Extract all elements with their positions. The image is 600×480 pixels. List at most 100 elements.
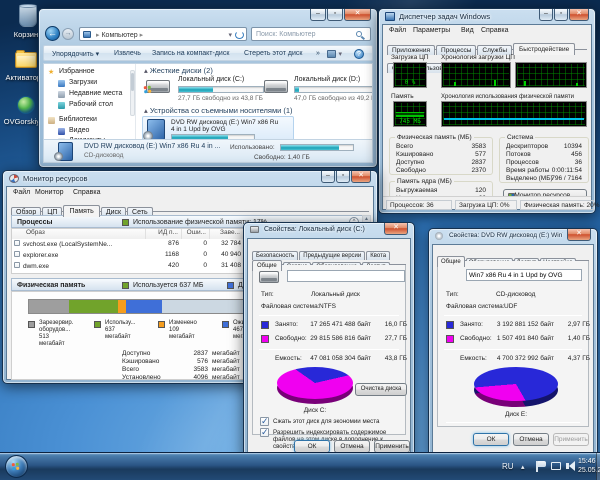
close-button[interactable]: ✕: [344, 9, 371, 21]
compress-checkbox-label: Сжать этот диск для экономии места: [273, 418, 380, 425]
filesystem-label: Файловая система:: [446, 303, 505, 310]
type-value: CD-дисковод: [496, 291, 536, 298]
physical-memory-group: Физическая память (МБ) Всего 3583 Кэширов…: [389, 134, 493, 175]
maximize-button[interactable]: ▫: [554, 9, 568, 21]
cancel-button[interactable]: Отмена: [513, 433, 549, 446]
sidebar-item-favorites[interactable]: Избранное: [59, 68, 94, 75]
group-header-removable[interactable]: ▴ Устройства со съемными носителями (1): [144, 106, 293, 115]
group-title: Память ядра (МБ): [395, 178, 454, 185]
sidebar-scrollbar[interactable]: [130, 70, 135, 116]
drive-item-e[interactable]: DVD RW дисковод (E:) Win7 x86 Ru 4 in 1 …: [142, 116, 294, 140]
erase-disc-button[interactable]: Стереть этот диск: [244, 50, 302, 57]
details-used-label: Использовано:: [230, 144, 275, 151]
drive-d-usage-bar: [294, 86, 372, 93]
address-bar[interactable]: ▸ Компьютер ▸ ▾: [79, 27, 247, 41]
views-icon[interactable]: [327, 50, 336, 58]
minimize-button[interactable]: –: [310, 9, 326, 21]
tab-memory[interactable]: Память: [63, 205, 100, 217]
title-bar[interactable]: Свойства: Локальный диск (C:): [244, 223, 376, 238]
close-button[interactable]: ✕: [351, 171, 371, 183]
menu-file[interactable]: Файл: [389, 27, 406, 34]
tab-general[interactable]: Общие: [437, 256, 465, 267]
drive-c-usage-bar: [178, 86, 264, 93]
pie-caption: Диск E:: [504, 411, 528, 418]
window-controls: – ▫ ✕: [538, 9, 589, 21]
filesystem-value: NTFS: [319, 303, 336, 310]
memory-gauge: 745 МБ: [393, 101, 427, 127]
cpu-gauge-label: Загрузка ЦП: [391, 54, 429, 61]
tab-general[interactable]: Общие: [252, 260, 282, 271]
sidebar-item-downloads[interactable]: Загрузки: [69, 79, 97, 86]
minimize-button[interactable]: –: [539, 9, 553, 21]
show-desktop-button[interactable]: [596, 453, 600, 480]
available-chip-icon: [227, 282, 234, 289]
close-button[interactable]: ✕: [384, 223, 408, 235]
drive-c-free-text: 27,7 ГБ свободно из 43,8 ГБ: [178, 95, 263, 102]
back-button[interactable]: ←: [45, 26, 60, 41]
menu-options[interactable]: Параметры: [413, 27, 450, 34]
address-dropdown-icon[interactable]: ▾: [228, 31, 232, 39]
close-button[interactable]: ✕: [569, 9, 589, 21]
scrollbar-thumb[interactable]: [131, 73, 134, 91]
capacity-label: Емкость:: [460, 355, 487, 362]
toolbar-overflow-button[interactable]: »: [316, 50, 320, 57]
cpu-history-graph-2: [515, 62, 587, 88]
close-button[interactable]: ✕: [567, 229, 591, 241]
burn-button[interactable]: Запись на компакт-диск: [152, 50, 229, 57]
explorer-file-area: ▴ Жесткие диски (2) Локальный диск (C:) …: [140, 64, 372, 140]
menu-file[interactable]: Файл: [13, 189, 30, 196]
action-center-flag-icon[interactable]: [538, 461, 546, 467]
apply-button[interactable]: Применить: [553, 433, 589, 446]
sidebar-item-recent[interactable]: Недавние места: [69, 90, 122, 97]
explorer-sidebar: ★ Избранное Загрузки Недавние места Рабо…: [44, 64, 136, 145]
menu-help[interactable]: Справка: [481, 27, 508, 34]
show-hidden-icons[interactable]: ▴: [521, 463, 525, 471]
legend-item: Использу... 637 мегабайт: [94, 320, 158, 348]
minimize-button[interactable]: –: [321, 171, 335, 183]
menu-help[interactable]: Справка: [73, 189, 100, 196]
computer-icon: [83, 31, 91, 38]
capacity-size: 43,8 ГБ: [384, 355, 407, 362]
breadcrumb[interactable]: Компьютер: [101, 32, 137, 39]
eject-button[interactable]: Извлечь: [114, 50, 141, 57]
sidebar-item-desktop[interactable]: Рабочий стол: [69, 101, 113, 108]
compress-checkbox[interactable]: [260, 416, 269, 427]
organize-button[interactable]: Упорядочить ▾: [52, 50, 99, 58]
group-header-hdd[interactable]: ▴ Жесткие диски (2): [144, 66, 213, 75]
refresh-icon[interactable]: [235, 31, 244, 39]
volume-label-input[interactable]: [466, 269, 582, 281]
views-dropdown-icon[interactable]: ▾: [338, 50, 342, 58]
search-placeholder: Поиск: Компьютер: [256, 31, 316, 38]
memory-history-label: Хронология использования физической памя…: [441, 94, 575, 100]
title-bar[interactable]: Диспетчер задач Windows: [379, 9, 525, 24]
dvd-properties-dialog: Свойства: DVD RW дисковод (E:) Win7 x86 …: [428, 228, 598, 458]
menu-view[interactable]: Вид: [461, 27, 474, 34]
drive-d-free-text: 47,0 ГБ свободно из 49,2 ГБ: [294, 95, 372, 102]
tab-performance[interactable]: Быстродействие: [513, 43, 576, 55]
ok-button[interactable]: ОК: [473, 433, 509, 446]
title-bar[interactable]: Монитор ресурсов: [3, 171, 307, 186]
green-chip-icon: [122, 219, 129, 226]
menu-monitor[interactable]: Монитор: [35, 189, 64, 196]
network-icon[interactable]: [551, 462, 561, 470]
forward-button[interactable]: →: [62, 28, 74, 40]
group-title: Физическая память (МБ): [395, 134, 474, 141]
segment-modified: [117, 300, 127, 313]
dialog-body: Безопасность Предыдущие версии Квота Общие…: [247, 238, 411, 456]
explorer-window: – ▫ ✕ ← → ▸ Компьютер ▸ ▾ Поиск: Компьют…: [38, 8, 378, 168]
search-box[interactable]: Поиск: Компьютер: [251, 27, 371, 41]
sidebar-item-videos[interactable]: Видео: [69, 127, 89, 134]
maximize-button[interactable]: ▫: [336, 171, 350, 183]
sidebar-item-libraries[interactable]: Библиотеки: [59, 116, 97, 123]
dialog-title: Свойства: Локальный диск (C:): [264, 226, 365, 233]
help-icon[interactable]: ?: [354, 49, 364, 59]
title-bar[interactable]: Свойства: DVD RW дисковод (E:) Win7 x86 …: [429, 229, 563, 244]
volume-label-input[interactable]: [287, 270, 405, 282]
language-indicator[interactable]: RU: [502, 462, 514, 471]
disk-cleanup-button[interactable]: Очистка диска: [355, 383, 407, 396]
index-checkbox[interactable]: [260, 427, 269, 438]
maximize-button[interactable]: ▫: [327, 9, 343, 21]
start-button[interactable]: [5, 455, 28, 478]
free-chip-icon: [446, 335, 454, 343]
cpu-history-graph-1: [441, 62, 511, 88]
